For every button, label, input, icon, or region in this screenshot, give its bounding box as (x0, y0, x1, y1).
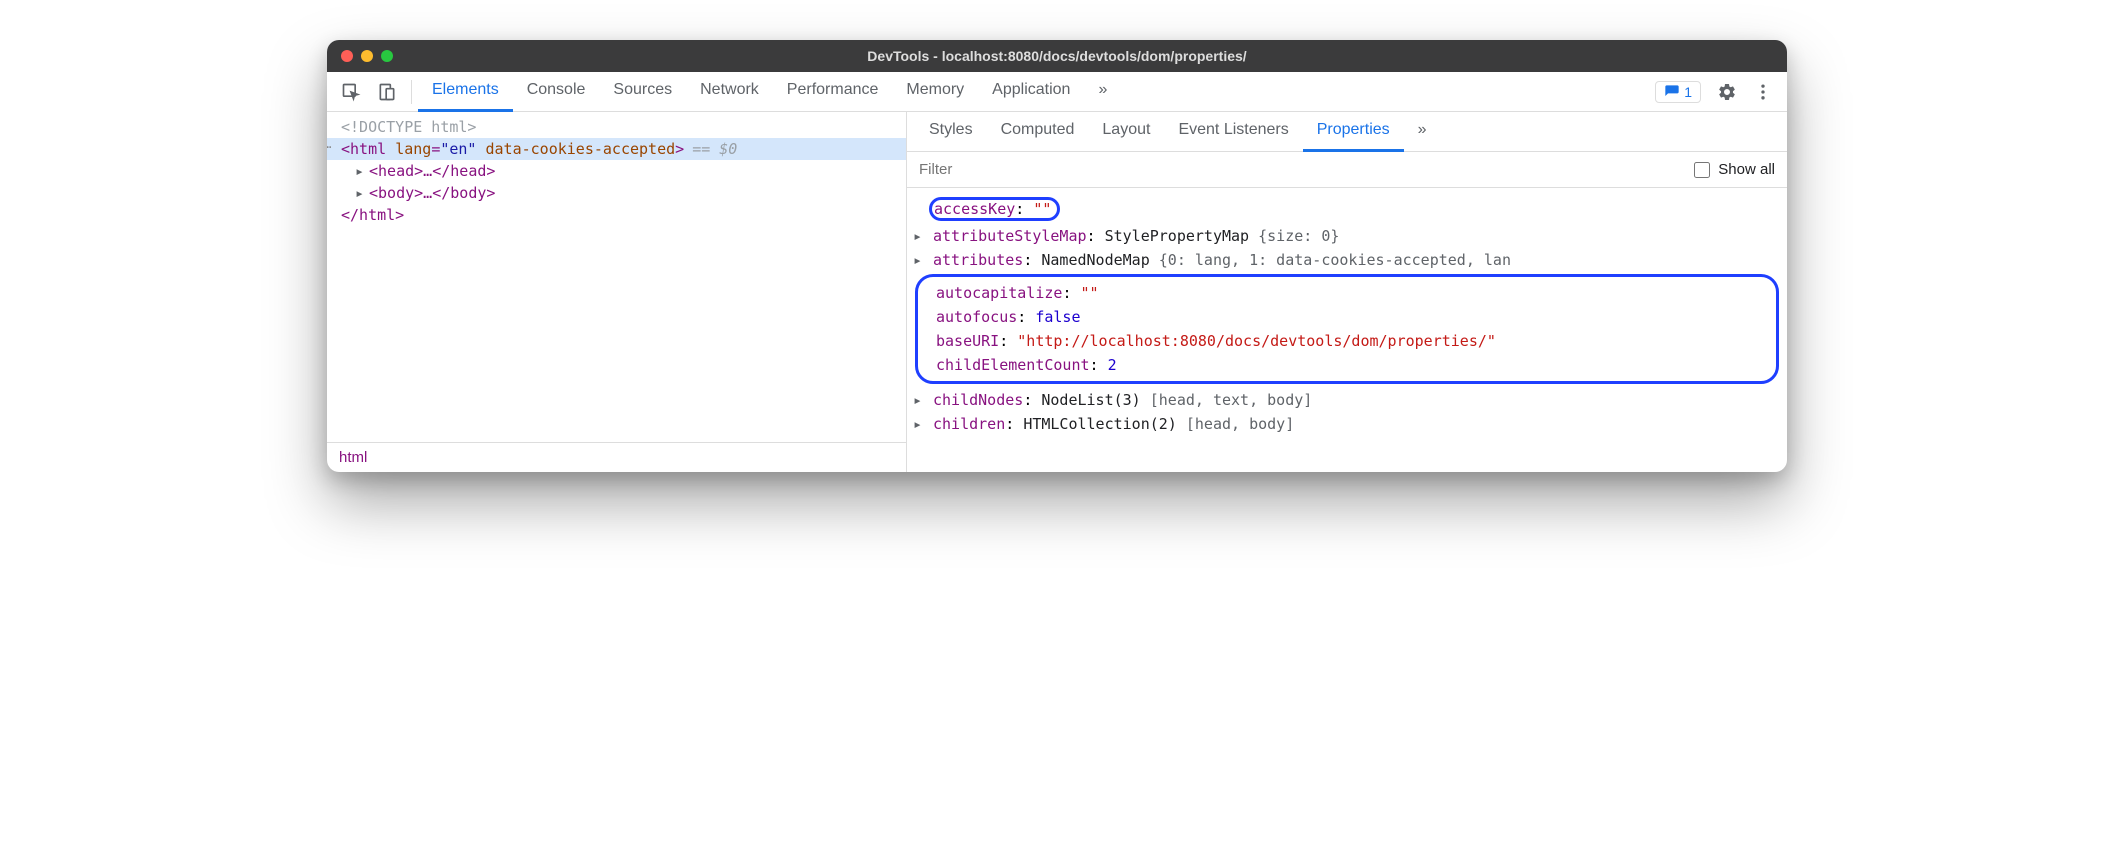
tab-memory[interactable]: Memory (892, 72, 978, 112)
settings-icon[interactable] (1709, 72, 1745, 112)
prop-attributes[interactable]: ▸attributes: NamedNodeMap {0: lang, 1: d… (909, 248, 1785, 272)
prop-childnodes[interactable]: ▸childNodes: NodeList(3) [head, text, bo… (909, 388, 1785, 412)
tab-console[interactable]: Console (513, 72, 600, 112)
prop-autofocus[interactable]: autofocus: false (924, 305, 1770, 329)
issues-badge[interactable]: 1 (1655, 81, 1701, 103)
more-subtabs-icon[interactable]: » (1404, 112, 1441, 152)
breadcrumb[interactable]: html (327, 442, 906, 472)
divider (411, 80, 412, 104)
subtab-styles[interactable]: Styles (915, 112, 987, 152)
properties-list[interactable]: accessKey: "" ▸attributeStyleMap: StyleP… (907, 188, 1787, 472)
more-tabs-icon[interactable]: » (1084, 72, 1121, 112)
prop-children[interactable]: ▸children: HTMLCollection(2) [head, body… (909, 412, 1785, 436)
sidebar-panel: Styles Computed Layout Event Listeners P… (907, 112, 1787, 472)
tab-performance[interactable]: Performance (773, 72, 893, 112)
dom-tree[interactable]: <!DOCTYPE html> <html lang="en" data-coo… (327, 112, 906, 442)
tab-sources[interactable]: Sources (599, 72, 686, 112)
prop-baseuri[interactable]: baseURI: "http://localhost:8080/docs/dev… (924, 329, 1770, 353)
window-controls (341, 50, 393, 62)
panel-tabs: Elements Console Sources Network Perform… (418, 72, 1121, 112)
tab-network[interactable]: Network (686, 72, 773, 112)
prop-autocapitalize[interactable]: autocapitalize: "" (924, 281, 1770, 305)
tab-elements[interactable]: Elements (418, 72, 513, 112)
titlebar: DevTools - localhost:8080/docs/devtools/… (327, 40, 1787, 72)
subtab-computed[interactable]: Computed (987, 112, 1089, 152)
device-toolbar-icon[interactable] (369, 72, 405, 112)
dom-html-close[interactable]: </html> (327, 204, 906, 226)
prop-childelementcount[interactable]: childElementCount: 2 (924, 353, 1770, 377)
zoom-icon[interactable] (381, 50, 393, 62)
devtools-window: DevTools - localhost:8080/docs/devtools/… (327, 40, 1787, 472)
dom-body[interactable]: ▸<body>…</body> (327, 182, 906, 204)
filter-bar: Show all (907, 152, 1787, 188)
filter-input[interactable] (919, 161, 1694, 178)
window-title: DevTools - localhost:8080/docs/devtools/… (327, 48, 1787, 64)
main-toolbar: Elements Console Sources Network Perform… (327, 72, 1787, 112)
kebab-menu-icon[interactable] (1745, 72, 1781, 112)
highlighted-group: autocapitalize: "" autofocus: false base… (915, 274, 1779, 384)
issues-count: 1 (1684, 84, 1692, 100)
subtab-properties[interactable]: Properties (1303, 112, 1404, 152)
sidebar-tabs: Styles Computed Layout Event Listeners P… (907, 112, 1787, 152)
subtab-layout[interactable]: Layout (1088, 112, 1164, 152)
tab-application[interactable]: Application (978, 72, 1084, 112)
prop-attributestylemap[interactable]: ▸attributeStyleMap: StylePropertyMap {si… (909, 224, 1785, 248)
dom-doctype[interactable]: <!DOCTYPE html> (327, 116, 906, 138)
show-all-checkbox[interactable] (1694, 162, 1710, 178)
elements-panel: <!DOCTYPE html> <html lang="en" data-coo… (327, 112, 907, 472)
subtab-event-listeners[interactable]: Event Listeners (1164, 112, 1302, 152)
prop-accesskey[interactable]: accessKey: "" (909, 194, 1785, 224)
dom-html-open[interactable]: <html lang="en" data-cookies-accepted>==… (327, 138, 906, 160)
minimize-icon[interactable] (361, 50, 373, 62)
dom-head[interactable]: ▸<head>…</head> (327, 160, 906, 182)
show-all-toggle[interactable]: Show all (1694, 161, 1775, 178)
content-area: <!DOCTYPE html> <html lang="en" data-coo… (327, 112, 1787, 472)
inspect-element-icon[interactable] (333, 72, 369, 112)
close-icon[interactable] (341, 50, 353, 62)
